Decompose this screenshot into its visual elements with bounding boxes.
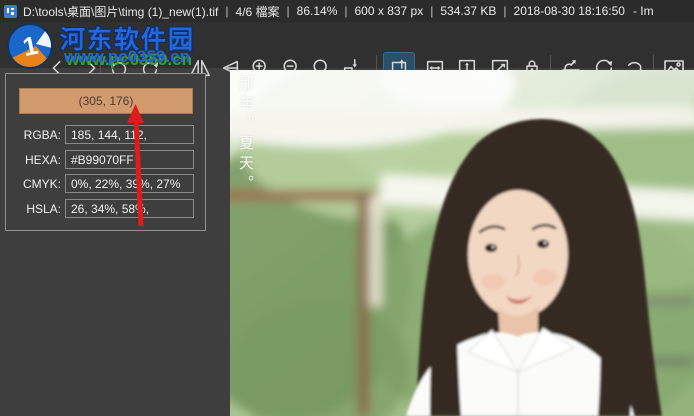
portrait-illustration [230, 70, 694, 416]
title-divider: | [344, 4, 348, 18]
title-filepath: D:\tools\桌面\图片\timg (1)_new(1).tif [23, 4, 219, 19]
rgba-label: RGBA: [23, 127, 61, 142]
title-divider: | [503, 4, 507, 18]
red-annotation-arrow [127, 104, 144, 227]
image-viewer-window: D:\tools\桌面\图片\timg (1)_new(1).tif | 4/6… [0, 0, 694, 416]
title-divider: | [286, 4, 290, 18]
title-bar: D:\tools\桌面\图片\timg (1)_new(1).tif | 4/6… [0, 0, 694, 22]
rgba-row: RGBA: 185, 144, 112, [6, 125, 207, 144]
photo-caption-vertical: 那年。夏天。 [237, 75, 254, 195]
portrait-photo[interactable]: 那年。夏天。 [230, 70, 694, 416]
hexa-row: HEXA: #B99070FF [6, 150, 207, 169]
title-divider: | [430, 4, 434, 18]
color-swatch: (305, 176) [19, 88, 193, 114]
title-modified-date: 2018-08-30 18:16:50 [513, 4, 625, 18]
title-zoom-percent: 86.14% [296, 4, 338, 18]
title-file-size: 534.37 KB [440, 4, 497, 18]
title-app-name: - Im [632, 4, 654, 18]
hexa-label: HEXA: [24, 152, 61, 167]
toolbar [0, 22, 694, 84]
app-icon [4, 4, 17, 18]
title-divider: | [225, 4, 229, 18]
cmyk-row: CMYK: 0%, 22%, 39%, 27% [6, 174, 207, 193]
title-dimensions: 600 x 837 px [354, 4, 424, 18]
color-picker-panel: (305, 176) RGBA: 185, 144, 112, HEXA: #B… [5, 73, 206, 231]
hsla-row: HSLA: 26, 34%, 58%, [6, 199, 207, 218]
hsla-label: HSLA: [26, 201, 61, 216]
cmyk-label: CMYK: [22, 176, 61, 191]
title-file-index: 4/6 檔案 [235, 4, 280, 19]
